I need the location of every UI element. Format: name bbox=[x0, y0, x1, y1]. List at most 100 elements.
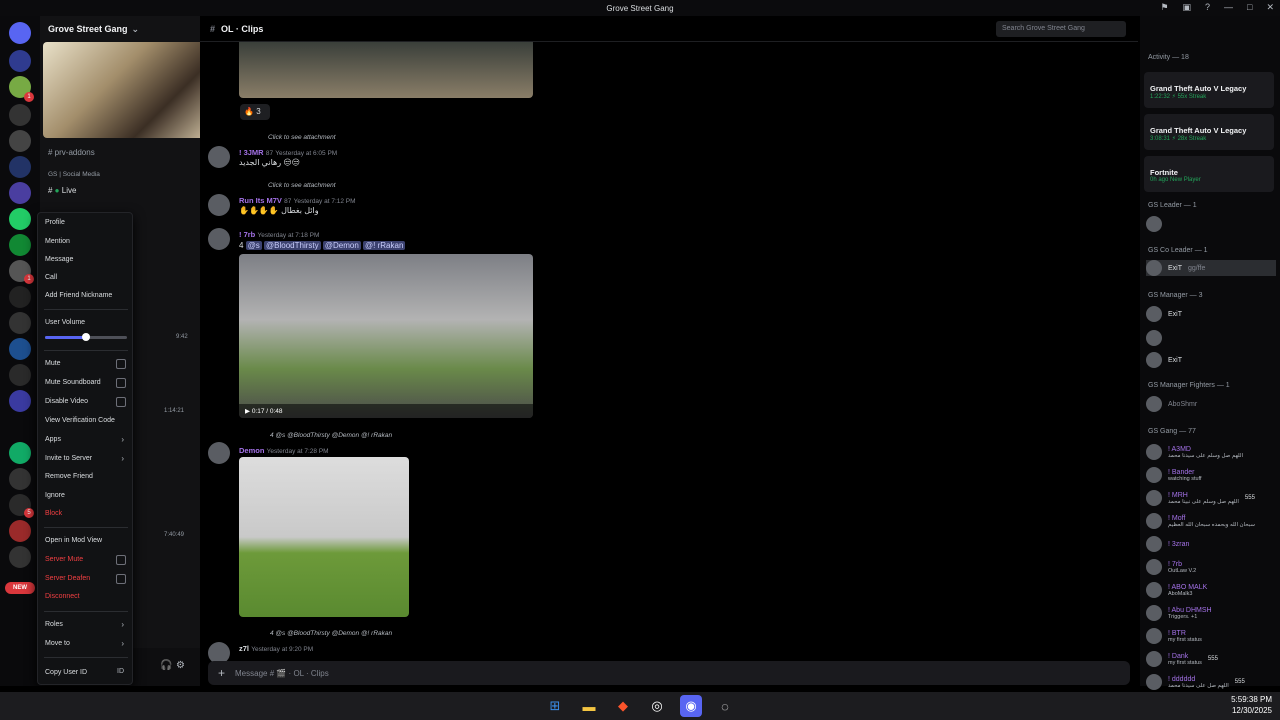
mention[interactable]: @BloodThirsty bbox=[264, 241, 321, 250]
video-attachment[interactable] bbox=[239, 42, 533, 98]
channel-item[interactable]: # prv-addons bbox=[48, 148, 95, 157]
server-icon[interactable] bbox=[9, 286, 31, 308]
app-icon[interactable]: ◌ bbox=[714, 695, 736, 717]
menu-server-deafen[interactable]: Server Deafen bbox=[45, 575, 90, 582]
activity-card[interactable]: Fortnite 0h ago New Player bbox=[1144, 156, 1274, 192]
server-icon[interactable] bbox=[9, 468, 31, 490]
gif-attachment[interactable] bbox=[239, 457, 409, 617]
menu-block[interactable]: Block bbox=[45, 510, 62, 517]
file-explorer-icon[interactable]: ▬ bbox=[578, 695, 600, 717]
member-row[interactable]: ! Abu DHMSH Triggers. +1 bbox=[1146, 603, 1212, 623]
menu-view-verification-code[interactable]: View Verification Code bbox=[45, 417, 115, 424]
member-row[interactable] bbox=[1146, 216, 1162, 232]
reaction-button[interactable]: 🔥 3 bbox=[240, 104, 270, 120]
menu-mention[interactable]: Mention bbox=[45, 238, 70, 245]
brave-browser-icon[interactable]: ◆ bbox=[612, 695, 634, 717]
steam-icon[interactable]: ◎ bbox=[646, 695, 668, 717]
server-deafen-checkbox[interactable] bbox=[116, 574, 126, 584]
message-composer[interactable]: + Message # 🎬 · OL · Clips bbox=[208, 661, 1130, 685]
headset-icon[interactable]: 🎧 bbox=[160, 660, 172, 671]
inbox-icon[interactable]: ⚑ bbox=[1160, 2, 1168, 13]
member-row[interactable]: ! BTR my first status bbox=[1146, 626, 1202, 646]
reply-preview[interactable]: 4 @s @BloodThirsty @Demon @! rRakan bbox=[270, 432, 392, 439]
server-icon[interactable] bbox=[9, 50, 31, 72]
member-row[interactable] bbox=[1146, 330, 1162, 346]
volume-knob[interactable] bbox=[82, 333, 90, 341]
menu-disable-video[interactable]: Disable Video bbox=[45, 398, 88, 405]
menu-move-to[interactable]: Move to bbox=[45, 640, 70, 647]
gear-icon[interactable]: ⚙ bbox=[176, 660, 185, 671]
server-icon[interactable] bbox=[9, 338, 31, 360]
help-icon[interactable]: ? bbox=[1205, 2, 1210, 13]
username[interactable]: Demon bbox=[239, 446, 264, 455]
menu-mute[interactable]: Mute bbox=[45, 360, 61, 367]
menu-roles[interactable]: Roles bbox=[45, 621, 63, 628]
server-icon[interactable] bbox=[9, 130, 31, 152]
mention[interactable]: @! rRakan bbox=[363, 241, 406, 250]
server-icon[interactable] bbox=[9, 364, 31, 386]
menu-server-mute[interactable]: Server Mute bbox=[45, 556, 83, 563]
close-icon[interactable]: ✕ bbox=[1266, 2, 1274, 13]
avatar[interactable] bbox=[208, 194, 230, 216]
volume-slider[interactable] bbox=[45, 333, 127, 341]
server-mute-checkbox[interactable] bbox=[116, 555, 126, 565]
menu-mute-soundboard[interactable]: Mute Soundboard bbox=[45, 379, 101, 386]
video-player[interactable]: ▶ 0:17 / 0:48 bbox=[239, 254, 533, 418]
channel-category[interactable]: GS | Social Media bbox=[48, 171, 100, 178]
member-row[interactable]: ExiT bbox=[1146, 352, 1182, 368]
reply-preview[interactable]: Click to see attachment bbox=[268, 182, 336, 189]
server-icon[interactable] bbox=[9, 442, 31, 464]
server-icon[interactable] bbox=[9, 520, 31, 542]
search-input[interactable]: Search Grove Street Gang bbox=[996, 21, 1126, 37]
server-header[interactable]: Grove Street Gang ⌄ bbox=[40, 16, 200, 42]
username[interactable]: Run Its M7V bbox=[239, 196, 282, 205]
channel-item[interactable]: # ● Live bbox=[48, 186, 76, 195]
username[interactable]: ! 7rb bbox=[239, 230, 255, 239]
mention[interactable]: @s bbox=[245, 241, 262, 250]
server-icon[interactable] bbox=[9, 390, 31, 412]
menu-call[interactable]: Call bbox=[45, 274, 57, 281]
avatar[interactable] bbox=[208, 228, 230, 250]
member-row[interactable]: ! Bander watching stuff bbox=[1146, 465, 1202, 485]
mention[interactable]: @Demon bbox=[322, 241, 361, 250]
server-icon[interactable] bbox=[9, 234, 31, 256]
member-row[interactable]: ! dddddd اللهم صل على سيدنا محمد 555 bbox=[1146, 672, 1245, 692]
menu-disconnect[interactable]: Disconnect bbox=[45, 593, 80, 600]
member-row[interactable]: ! Dank my first status 555 bbox=[1146, 649, 1218, 669]
server-icon[interactable] bbox=[9, 182, 31, 204]
member-row[interactable]: ! 3zran bbox=[1146, 534, 1189, 554]
member-row[interactable]: ! 7rb OutLaw V.2 bbox=[1146, 557, 1196, 577]
avatar[interactable] bbox=[208, 146, 230, 168]
reply-preview[interactable]: 4 @s @BloodThirsty @Demon @! rRakan bbox=[270, 630, 392, 637]
mute-checkbox[interactable] bbox=[116, 359, 126, 369]
server-icon[interactable] bbox=[9, 208, 31, 230]
server-icon[interactable] bbox=[9, 104, 31, 126]
avatar[interactable] bbox=[208, 442, 230, 464]
member-row[interactable]: ! MRH اللهم صل وسلم على نبينا محمد 555 bbox=[1146, 488, 1255, 508]
video-controls[interactable]: ▶ 0:17 / 0:48 bbox=[239, 404, 533, 418]
home-icon[interactable] bbox=[9, 22, 31, 44]
menu-profile[interactable]: Profile bbox=[45, 219, 65, 226]
maximize-icon[interactable]: □ bbox=[1247, 2, 1252, 13]
server-icon[interactable] bbox=[9, 546, 31, 568]
member-row[interactable]: ! Moff سبحان الله وبحمده سبحان الله العظي… bbox=[1146, 511, 1255, 531]
menu-message[interactable]: Message bbox=[45, 256, 73, 263]
member-row[interactable]: ExiT bbox=[1146, 306, 1182, 322]
member-row[interactable]: ExiT gg/ffe bbox=[1146, 260, 1276, 276]
plus-icon[interactable]: + bbox=[218, 666, 225, 680]
server-icon[interactable] bbox=[9, 312, 31, 334]
mute-soundboard-checkbox[interactable] bbox=[116, 378, 126, 388]
member-row[interactable]: ! A3MD اللهم صل وسلم على سيدنا محمد bbox=[1146, 442, 1243, 462]
menu-open-in-mod-view[interactable]: Open in Mod View bbox=[45, 537, 102, 544]
screen-icon[interactable]: ▣ bbox=[1182, 2, 1191, 13]
menu-invite-to-server[interactable]: Invite to Server bbox=[45, 455, 92, 462]
activity-card[interactable]: Grand Theft Auto V Legacy 3:08:31 ⚡ 28x … bbox=[1144, 114, 1274, 150]
reply-preview[interactable]: Click to see attachment bbox=[268, 134, 336, 141]
member-row[interactable]: ! ABO MALK AboMalk3 bbox=[1146, 580, 1207, 600]
username[interactable]: ! 3JMR bbox=[239, 148, 264, 157]
menu-apps[interactable]: Apps bbox=[45, 436, 61, 443]
disable-video-checkbox[interactable] bbox=[116, 397, 126, 407]
activity-card[interactable]: Grand Theft Auto V Legacy 1:22:32 ⚡ 55x … bbox=[1144, 72, 1274, 108]
server-icon[interactable] bbox=[9, 156, 31, 178]
minimize-icon[interactable]: — bbox=[1224, 2, 1233, 13]
